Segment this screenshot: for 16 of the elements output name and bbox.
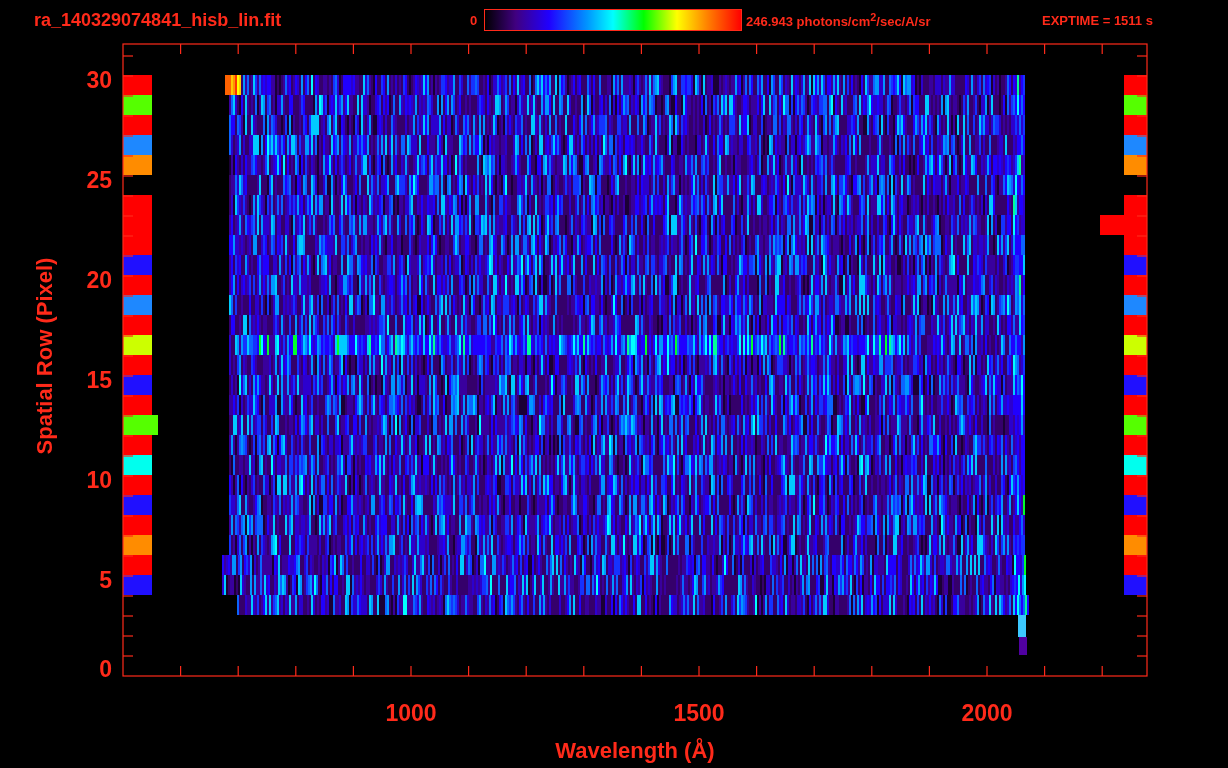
- x-axis-label: Wavelength (Å): [555, 738, 715, 763]
- colorbar-max-label: 246.943 photons/cm$^{2}$/sec/A/sr: [745, 10, 932, 30]
- colorbar-min-label: 0: [470, 12, 479, 28]
- y-tick-label: 25: [86, 167, 112, 193]
- y-tick-label: 0: [99, 656, 112, 682]
- y-tick-label: 10: [86, 467, 112, 493]
- y-axis-label: Spatial Row (Pixel): [32, 257, 57, 455]
- x-tick-label: 2000: [961, 700, 1013, 726]
- y-tick-label: 20: [86, 267, 112, 293]
- x-tick-label: 1000: [385, 700, 437, 726]
- exposure-time: EXPTIME = 1511 s: [1042, 12, 1153, 28]
- file-name: ra_140329074841_hisb_lin.fit: [34, 9, 283, 31]
- y-tick-label: 15: [86, 367, 112, 393]
- x-tick-label: 1500: [673, 700, 725, 726]
- y-tick-label: 30: [86, 67, 112, 93]
- y-tick-label: 5: [99, 567, 112, 593]
